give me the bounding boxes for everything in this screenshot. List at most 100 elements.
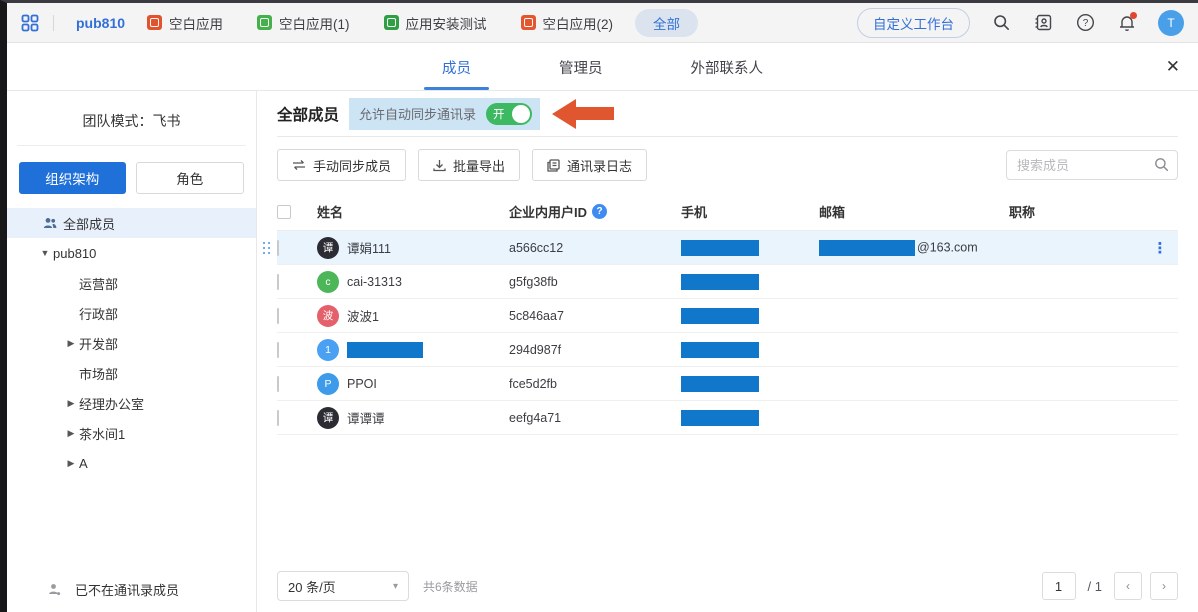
search-member-input[interactable] bbox=[1006, 150, 1178, 180]
tree-item[interactable]: 市场部 bbox=[7, 358, 256, 388]
help-icon[interactable]: ? bbox=[1074, 12, 1096, 34]
tree-item[interactable]: ▶ 开发部 bbox=[7, 328, 256, 358]
member-name: 谭娟111 bbox=[347, 238, 391, 257]
table-row[interactable]: 谭 谭谭谭 eefg4a71 ⋮ bbox=[277, 401, 1178, 435]
sidebar-item-removed-members[interactable]: 已不在通讯录成员 bbox=[7, 566, 256, 612]
tree-item[interactable]: ▼ pub810 bbox=[7, 238, 256, 268]
tab-admins[interactable]: 管理员 bbox=[547, 44, 615, 90]
row-menu-icon[interactable]: ⋮ bbox=[1142, 239, 1178, 257]
manual-sync-button[interactable]: 手动同步成员 bbox=[277, 149, 406, 181]
page-number-input[interactable] bbox=[1042, 572, 1076, 600]
batch-export-label: 批量导出 bbox=[453, 156, 505, 175]
tree-item[interactable]: 全部成员 bbox=[7, 208, 256, 238]
tab-members[interactable]: 成员 bbox=[430, 44, 483, 90]
member-name: PPOI bbox=[347, 377, 377, 391]
page-size-select[interactable]: 20 条/页 ▾ bbox=[277, 571, 409, 601]
search-icon[interactable] bbox=[990, 12, 1012, 34]
tab-external-contacts[interactable]: 外部联系人 bbox=[679, 44, 776, 90]
tree-item-label: 市场部 bbox=[79, 364, 118, 383]
app-icon bbox=[257, 15, 272, 30]
row-checkbox[interactable] bbox=[277, 274, 279, 290]
member-email: @163.com bbox=[819, 240, 1009, 256]
app-tab[interactable]: 空白应用 bbox=[147, 13, 223, 33]
contacts-log-button[interactable]: 通讯录日志 bbox=[532, 149, 647, 181]
tree-item-label: 全部成员 bbox=[63, 214, 115, 233]
member-phone bbox=[681, 342, 819, 358]
member-user-id: a566cc12 bbox=[509, 241, 681, 255]
people-icon bbox=[41, 217, 59, 229]
table-row[interactable]: 1 294d987f ⋮ bbox=[277, 333, 1178, 367]
drag-handle-icon[interactable] bbox=[263, 242, 270, 254]
app-tab[interactable]: 应用安装测试 bbox=[384, 13, 487, 33]
caret-icon[interactable]: ▶ bbox=[63, 398, 79, 409]
app-tab-label: 空白应用(1) bbox=[279, 13, 350, 33]
table-row[interactable]: 谭 谭娟111 a566cc12 @163.com ⋮ bbox=[277, 231, 1178, 265]
custom-workbench-button[interactable]: 自定义工作台 bbox=[857, 8, 970, 38]
member-phone bbox=[681, 240, 819, 256]
row-checkbox[interactable] bbox=[277, 410, 279, 426]
member-table-header: 姓名 企业内用户ID ? 手机 邮箱 职称 bbox=[277, 193, 1178, 231]
table-row[interactable]: 波 波波1 5c846aa7 ⋮ bbox=[277, 299, 1178, 333]
app-tab-label: 空白应用 bbox=[169, 13, 223, 33]
contacts-book-icon[interactable] bbox=[1032, 12, 1054, 34]
team-mode-label: 团队模式：飞书 bbox=[7, 105, 256, 145]
caret-icon[interactable]: ▶ bbox=[63, 428, 79, 439]
table-row[interactable]: P PPOI fce5d2fb ⋮ bbox=[277, 367, 1178, 401]
annotation-arrow-shaft bbox=[576, 107, 614, 120]
topbar: pub810 空白应用 空白应用(1) 应用安装测试 空白应用(2) 全部 自定… bbox=[7, 3, 1198, 43]
batch-export-button[interactable]: 批量导出 bbox=[418, 149, 520, 181]
page-title: 全部成员 bbox=[277, 103, 339, 125]
app-tab[interactable]: 空白应用(2) bbox=[521, 13, 614, 33]
tree-item[interactable]: ▶ 经理办公室 bbox=[7, 388, 256, 418]
search-icon[interactable] bbox=[1154, 157, 1169, 175]
auto-sync-toggle[interactable]: 开 bbox=[486, 103, 532, 125]
redaction-bar bbox=[819, 240, 915, 256]
member-name-cell: 谭 谭谭谭 bbox=[317, 407, 509, 429]
tree-item-label: 开发部 bbox=[79, 334, 118, 353]
contacts-log-label: 通讯录日志 bbox=[567, 156, 632, 175]
all-apps-pill[interactable]: 全部 bbox=[635, 9, 698, 37]
header-email: 邮箱 bbox=[819, 202, 1009, 221]
main-header: 全部成员 允许自动同步通讯录 开 bbox=[277, 91, 1178, 137]
content: 团队模式：飞书 组织架构 角色 全部成员 ▼ pub810 运营部 bbox=[7, 91, 1198, 612]
member-user-id: 5c846aa7 bbox=[509, 309, 681, 323]
user-avatar[interactable]: T bbox=[1158, 10, 1184, 36]
next-page-button[interactable]: › bbox=[1150, 572, 1178, 600]
row-checkbox[interactable] bbox=[277, 240, 279, 256]
member-user-id: fce5d2fb bbox=[509, 377, 681, 391]
help-question-icon[interactable]: ? bbox=[592, 204, 607, 219]
app-tab[interactable]: 空白应用(1) bbox=[257, 13, 350, 33]
caret-icon[interactable]: ▼ bbox=[37, 248, 53, 258]
redaction-bar bbox=[681, 274, 759, 290]
redaction-bar bbox=[681, 376, 759, 392]
app-icon bbox=[521, 15, 536, 30]
select-all-checkbox[interactable] bbox=[277, 205, 291, 219]
member-name-cell: P PPOI bbox=[317, 373, 509, 395]
workspace-name[interactable]: pub810 bbox=[76, 15, 125, 31]
caret-icon[interactable]: ▶ bbox=[63, 458, 79, 469]
role-button[interactable]: 角色 bbox=[136, 162, 245, 194]
apps-grid-icon[interactable] bbox=[21, 14, 39, 32]
row-select-cell bbox=[277, 309, 317, 323]
row-checkbox[interactable] bbox=[277, 376, 279, 392]
prev-page-button[interactable]: ‹ bbox=[1114, 572, 1142, 600]
member-phone bbox=[681, 274, 819, 290]
tree-item[interactable]: 运营部 bbox=[7, 268, 256, 298]
section-tabs: 成员 管理员 外部联系人 ✕ bbox=[7, 43, 1198, 91]
close-icon[interactable]: ✕ bbox=[1166, 58, 1180, 75]
app-icon bbox=[147, 15, 162, 30]
org-structure-button[interactable]: 组织架构 bbox=[19, 162, 126, 194]
page-total-label: / 1 bbox=[1088, 579, 1102, 594]
tree-item[interactable]: 行政部 bbox=[7, 298, 256, 328]
toggle-on-label: 开 bbox=[493, 106, 505, 122]
tree-item[interactable]: ▶ 茶水间1 bbox=[7, 418, 256, 448]
row-checkbox[interactable] bbox=[277, 308, 279, 324]
header-name: 姓名 bbox=[317, 202, 509, 221]
pagination: 20 条/页 ▾ 共6条数据 / 1 ‹ › bbox=[277, 560, 1178, 612]
tree-item-label: 经理办公室 bbox=[79, 394, 144, 413]
row-checkbox[interactable] bbox=[277, 342, 279, 358]
notification-bell-icon[interactable] bbox=[1116, 12, 1138, 34]
tree-item[interactable]: ▶ A bbox=[7, 448, 256, 478]
table-row[interactable]: c cai-31313 g5fg38fb ⋮ bbox=[277, 265, 1178, 299]
caret-icon[interactable]: ▶ bbox=[63, 338, 79, 349]
